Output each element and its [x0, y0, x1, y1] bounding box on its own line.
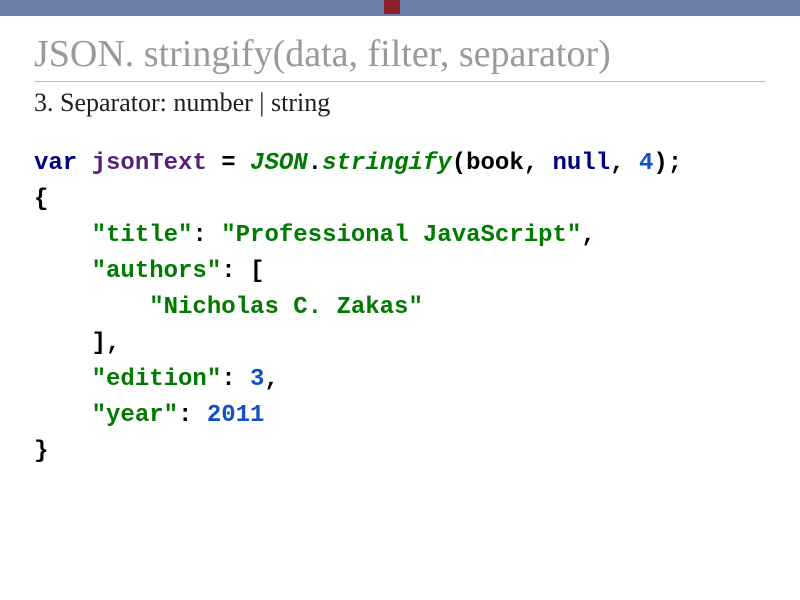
code-block: var jsonText = JSON.stringify(book, null…	[34, 146, 766, 470]
close-call: );	[653, 150, 682, 177]
comma: ,	[610, 150, 639, 177]
top-accent-bar	[0, 0, 800, 16]
indent	[34, 330, 92, 357]
open-paren: (	[452, 150, 466, 177]
arg-null: null	[553, 150, 611, 177]
slide: JSON. stringify(data, filter, separator)…	[0, 0, 800, 600]
comma: ,	[264, 366, 278, 393]
close-brace: }	[34, 438, 48, 465]
array-open: [	[250, 258, 264, 285]
json-value-edition: 3	[250, 366, 264, 393]
method-stringify: stringify	[322, 150, 452, 177]
colon: :	[178, 402, 207, 429]
json-key-edition: "edition"	[92, 366, 222, 393]
arg-indent: 4	[639, 150, 653, 177]
slide-title: JSON. stringify(data, filter, separator)	[34, 32, 766, 82]
slide-subtitle: 3. Separator: number | string	[34, 88, 766, 118]
indent	[34, 258, 92, 285]
arg-book: book	[466, 150, 524, 177]
json-key-year: "year"	[92, 402, 178, 429]
slide-content: JSON. stringify(data, filter, separator)…	[0, 16, 800, 470]
colon: :	[192, 222, 221, 249]
colon: :	[221, 366, 250, 393]
json-key-authors: "authors"	[92, 258, 222, 285]
indent	[34, 402, 92, 429]
dot: .	[308, 150, 322, 177]
array-close: ]	[92, 330, 106, 357]
comma: ,	[106, 330, 120, 357]
json-value-year: 2011	[207, 402, 265, 429]
comma: ,	[524, 150, 553, 177]
variable-name: jsonText	[92, 150, 207, 177]
json-value-title: "Professional JavaScript"	[221, 222, 581, 249]
json-value-author: "Nicholas C. Zakas"	[149, 294, 423, 321]
equals: =	[207, 150, 250, 177]
open-brace: {	[34, 186, 48, 213]
comma: ,	[581, 222, 595, 249]
indent	[34, 366, 92, 393]
colon: :	[221, 258, 250, 285]
class-json: JSON	[250, 150, 308, 177]
keyword-var: var	[34, 150, 77, 177]
indent	[34, 294, 149, 321]
json-key-title: "title"	[92, 222, 193, 249]
indent	[34, 222, 92, 249]
